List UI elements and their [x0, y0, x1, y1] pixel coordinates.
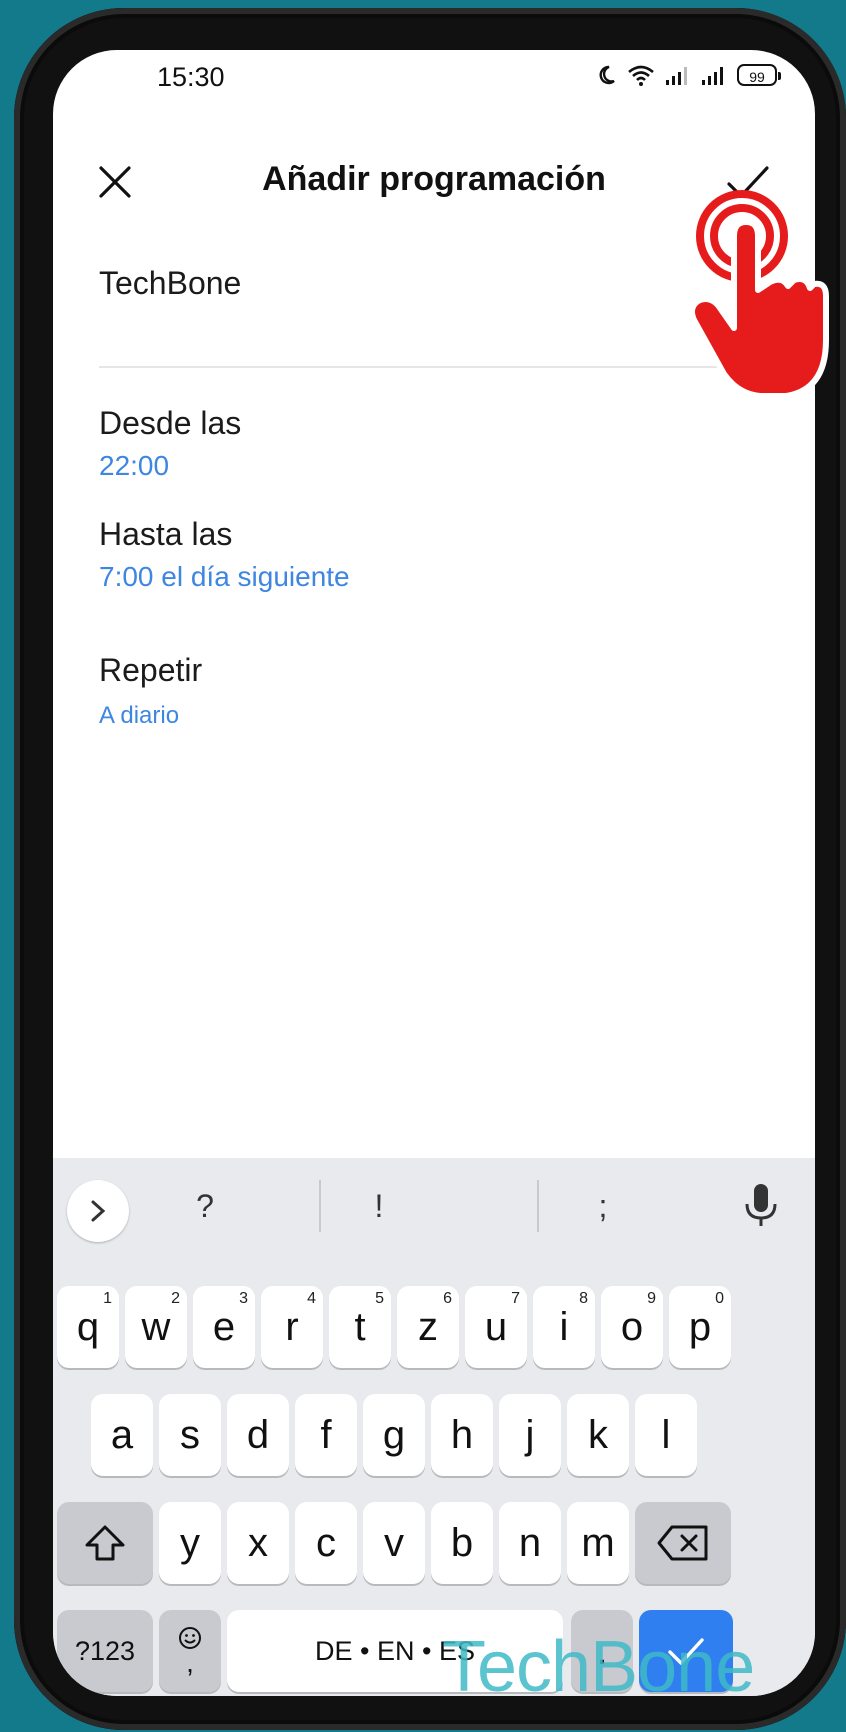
key-l[interactable]: l	[635, 1394, 697, 1476]
suggestion-3[interactable]: ;	[573, 1188, 633, 1225]
suggestion-separator	[319, 1180, 321, 1232]
watermark: TechBone	[442, 1627, 755, 1707]
key-r[interactable]: r4	[261, 1286, 323, 1368]
key-u[interactable]: u7	[465, 1286, 527, 1368]
key-m[interactable]: m	[567, 1502, 629, 1584]
to-value[interactable]: 7:00 el día siguiente	[99, 561, 350, 593]
key-w[interactable]: w2	[125, 1286, 187, 1368]
from-value[interactable]: 22:00	[99, 450, 169, 482]
key-z[interactable]: z6	[397, 1286, 459, 1368]
key-h[interactable]: h	[431, 1394, 493, 1476]
moon-icon	[599, 65, 615, 85]
shift-key[interactable]	[57, 1502, 153, 1584]
key-e[interactable]: e3	[193, 1286, 255, 1368]
suggestion-2[interactable]: !	[349, 1188, 409, 1225]
backspace-key[interactable]	[635, 1502, 731, 1584]
key-p[interactable]: p0	[669, 1286, 731, 1368]
signal-icon	[666, 67, 687, 85]
emoji-comma-key[interactable]: ,	[159, 1610, 221, 1692]
divider	[99, 366, 789, 368]
key-s[interactable]: s	[159, 1394, 221, 1476]
from-label[interactable]: Desde las	[99, 405, 241, 442]
key-n[interactable]: n	[499, 1502, 561, 1584]
comma-label: ,	[186, 1647, 194, 1678]
repeat-label[interactable]: Repetir	[99, 652, 202, 689]
key-y[interactable]: y	[159, 1502, 221, 1584]
symbols-key[interactable]: ?123	[57, 1610, 153, 1692]
key-j[interactable]: j	[499, 1394, 561, 1476]
wifi-icon	[628, 65, 654, 86]
key-f[interactable]: f	[295, 1394, 357, 1476]
key-b[interactable]: b	[431, 1502, 493, 1584]
status-time: 15:30	[157, 62, 225, 92]
keyboard: ? ! ; q1 w2 e3 r4 t5 z6 u7 i8 o9 p0 a s …	[53, 1158, 815, 1696]
key-t[interactable]: t5	[329, 1286, 391, 1368]
microphone-icon[interactable]	[743, 1182, 779, 1230]
schedule-name-field[interactable]: TechBone	[99, 265, 241, 302]
signal-icon-2	[702, 67, 723, 85]
tap-hand-icon	[690, 190, 829, 399]
key-o[interactable]: o9	[601, 1286, 663, 1368]
to-label[interactable]: Hasta las	[99, 516, 232, 553]
suggestion-separator	[537, 1180, 539, 1232]
status-icons: 99	[597, 64, 781, 86]
key-d[interactable]: d	[227, 1394, 289, 1476]
status-bar: 15:30 99	[53, 50, 815, 110]
key-c[interactable]: c	[295, 1502, 357, 1584]
key-i[interactable]: i8	[533, 1286, 595, 1368]
backspace-icon	[657, 1525, 708, 1561]
key-v[interactable]: v	[363, 1502, 425, 1584]
key-a[interactable]: a	[91, 1394, 153, 1476]
shift-icon	[85, 1525, 125, 1561]
key-g[interactable]: g	[363, 1394, 425, 1476]
key-k[interactable]: k	[567, 1394, 629, 1476]
key-x[interactable]: x	[227, 1502, 289, 1584]
repeat-value[interactable]: A diario	[99, 702, 179, 730]
suggestion-1[interactable]: ?	[175, 1188, 235, 1225]
expand-toolbar-button[interactable]	[67, 1180, 129, 1242]
battery-icon: 99	[737, 64, 781, 86]
chevron-right-icon	[91, 1200, 106, 1222]
key-q[interactable]: q1	[57, 1286, 119, 1368]
